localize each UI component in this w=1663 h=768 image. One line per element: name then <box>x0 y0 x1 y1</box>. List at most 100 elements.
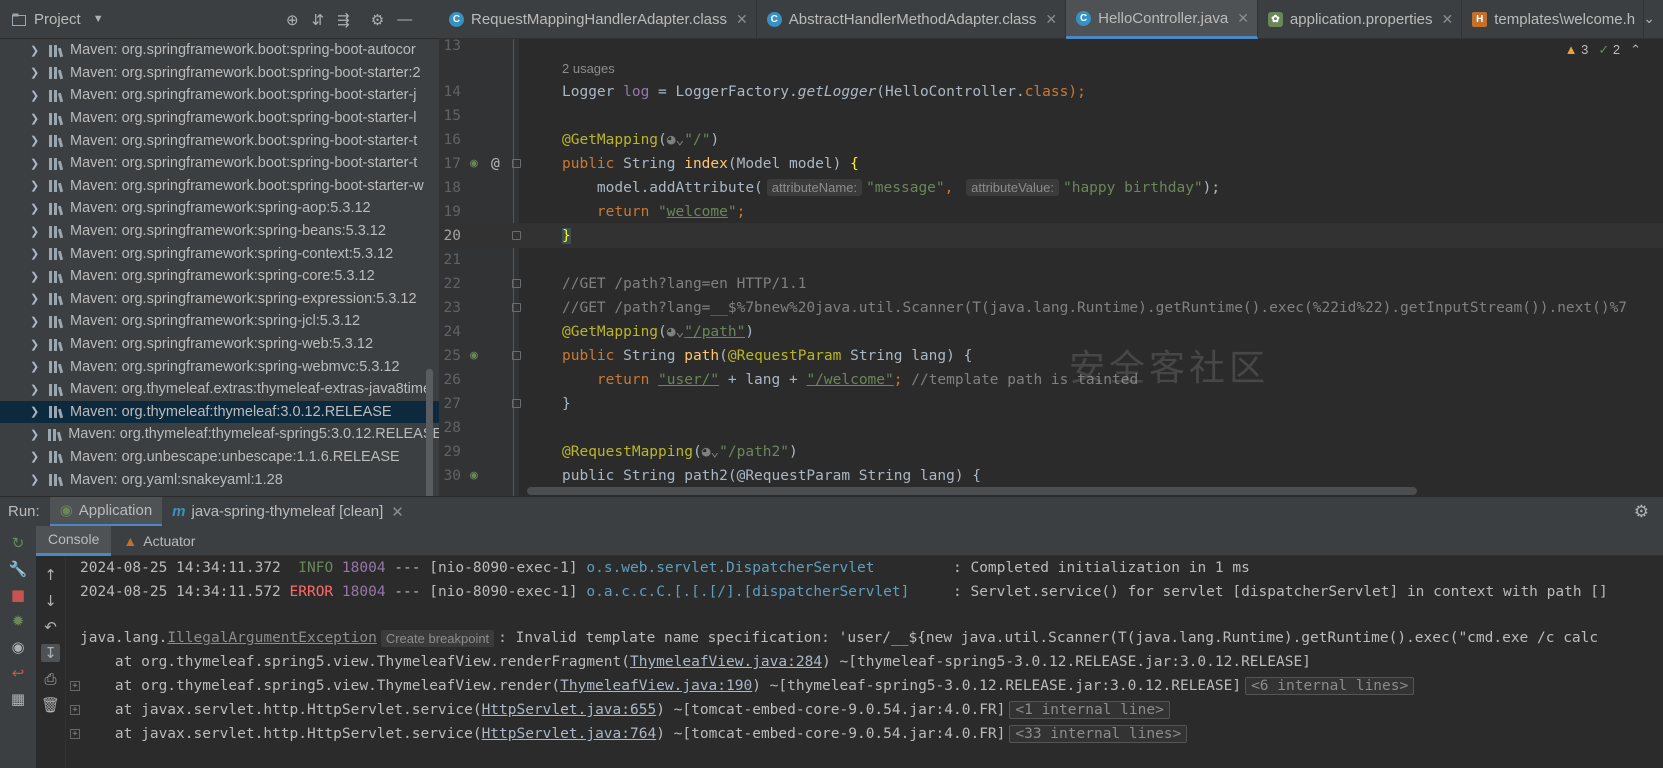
run-tab-application[interactable]: ◉ Application <box>49 496 163 527</box>
close-icon[interactable]: ✕ <box>1237 10 1249 27</box>
rerun-icon[interactable]: ↻ <box>12 534 25 552</box>
editor-tab[interactable]: C AbstractHandlerMethodAdapter.class ✕ <box>757 0 1067 39</box>
tree-item-dependency[interactable]: ❯ Maven: org.springframework:spring-core:… <box>0 265 439 288</box>
fold-icon[interactable] <box>512 231 521 240</box>
tab-console[interactable]: Console <box>36 525 112 556</box>
hide-panel-icon[interactable]: — <box>397 11 412 28</box>
chevron-right-icon[interactable]: ❯ <box>30 315 40 328</box>
tree-item-dependency[interactable]: ❯ Maven: org.thymeleaf.extras:thymeleaf-e… <box>0 378 439 401</box>
editor-horizontal-scrollbar[interactable] <box>527 487 1417 495</box>
web-endpoint-icon[interactable]: ◕⌄ <box>667 132 684 148</box>
wrench-icon[interactable]: 🔧 <box>9 560 28 578</box>
chevron-right-icon[interactable]: ❯ <box>30 473 40 486</box>
gear-icon[interactable]: ⚙ <box>1634 502 1649 522</box>
stacktrace-link[interactable]: HttpServlet.java:655 <box>482 702 657 718</box>
tree-item-dependency[interactable]: ❯ Maven: org.springframework:spring-conte… <box>0 242 439 265</box>
layout-icon[interactable]: ▦ <box>11 690 25 708</box>
exit-icon[interactable]: ↩ <box>12 664 25 682</box>
close-icon[interactable]: ✕ <box>736 11 748 28</box>
tree-item-dependency[interactable]: ❯ Maven: org.yaml:snakeyaml:1.28 <box>0 468 439 491</box>
create-breakpoint-button[interactable]: Create breakpoint <box>380 629 495 647</box>
fold-icon[interactable] <box>512 279 521 288</box>
locate-file-icon[interactable]: ⊕ <box>286 11 299 29</box>
spring-bean-gutter-icon[interactable]: ◉ <box>470 156 478 171</box>
close-icon[interactable]: ✕ <box>1045 11 1057 28</box>
code-editor[interactable]: ▲ 3 ✓ 2 ⌃ 13 2 usages 14 Logger log = Lo… <box>439 39 1663 496</box>
chevron-right-icon[interactable]: ❯ <box>30 292 40 305</box>
tree-item-dependency[interactable]: ❯ Maven: org.springframework:spring-web:5… <box>0 333 439 356</box>
chevron-right-icon[interactable]: ❯ <box>30 270 40 283</box>
tab-list-dropdown-icon[interactable]: ⌄ <box>1643 10 1655 27</box>
soft-wrap-icon[interactable]: ↶ <box>44 618 57 636</box>
tree-item-dependency[interactable]: ❯ Maven: org.springframework:spring-aop:5… <box>0 197 439 220</box>
exception-link[interactable]: IllegalArgumentException <box>167 630 377 646</box>
editor-tab[interactable]: ✿ application.properties ✕ <box>1258 0 1463 39</box>
chevron-right-icon[interactable]: ❯ <box>30 225 40 238</box>
arrow-up-icon[interactable]: ↑ <box>44 566 57 584</box>
tree-item-dependency[interactable]: ❯ Maven: org.thymeleaf:thymeleaf-spring5:… <box>0 423 439 446</box>
stacktrace-link[interactable]: ThymeleafView.java:190 <box>560 678 752 694</box>
tree-item-dependency[interactable]: ❯ Maven: org.springframework.boot:spring-… <box>0 152 439 175</box>
fold-icon[interactable] <box>512 351 521 360</box>
collapse-all-icon[interactable]: ⇶ <box>337 11 350 29</box>
print-icon[interactable]: ⎙ <box>44 670 56 688</box>
fold-icon[interactable] <box>512 159 521 168</box>
tree-item-dependency[interactable]: ❯ Maven: org.unbescape:unbescape:1.1.6.RE… <box>0 446 439 469</box>
web-endpoint-icon[interactable]: ◕⌄ <box>667 324 684 340</box>
expand-icon[interactable]: + <box>70 681 80 691</box>
tree-item-dependency[interactable]: ❯ Maven: org.springframework:spring-expre… <box>0 288 439 311</box>
chevron-right-icon[interactable]: ❯ <box>30 157 40 170</box>
project-panel-title[interactable]: Project <box>34 11 81 28</box>
trash-icon[interactable]: 🗑 <box>41 696 60 714</box>
close-icon[interactable]: ✕ <box>1442 11 1454 28</box>
chevron-right-icon[interactable]: ❯ <box>30 247 40 260</box>
expand-all-icon[interactable]: ⇵ <box>312 11 325 29</box>
run-tab-maven-clean[interactable]: m java-spring-thymeleaf [clean] ✕ <box>162 497 414 527</box>
at-annotation-gutter-icon[interactable]: @ <box>491 156 500 172</box>
chevron-right-icon[interactable]: ❯ <box>30 89 40 102</box>
fold-icon[interactable] <box>512 303 521 312</box>
internal-lines-fold[interactable]: <33 internal lines> <box>1009 725 1188 743</box>
tree-item-dependency[interactable]: ❯ Maven: org.springframework:spring-jcl:5… <box>0 310 439 333</box>
chevron-right-icon[interactable]: ❯ <box>30 44 40 57</box>
editor-tab[interactable]: C RequestMappingHandlerAdapter.class ✕ <box>439 0 757 39</box>
stacktrace-link[interactable]: ThymeleafView.java:284 <box>630 654 822 670</box>
arrow-down-icon[interactable]: ↓ <box>44 592 57 610</box>
spring-bean-gutter-icon[interactable]: ◉ <box>470 468 478 483</box>
gear-icon[interactable]: ⚙ <box>371 11 384 29</box>
expand-icon[interactable]: + <box>70 705 80 715</box>
chevron-right-icon[interactable]: ❯ <box>30 338 40 351</box>
tree-vertical-scrollbar[interactable] <box>426 369 433 496</box>
scroll-to-end-icon[interactable]: ↧ <box>41 644 60 662</box>
camera-icon[interactable]: ◉ <box>11 638 24 656</box>
stop-icon[interactable]: ■ <box>11 586 25 604</box>
tree-item-dependency[interactable]: ❯ Maven: org.springframework.boot:spring-… <box>0 84 439 107</box>
chevron-down-icon[interactable]: ▼ <box>93 13 104 25</box>
tree-item-dependency[interactable]: ❯ Maven: org.springframework:spring-webmv… <box>0 355 439 378</box>
stacktrace-link[interactable]: HttpServlet.java:764 <box>482 726 657 742</box>
console-output[interactable]: 2024-08-25 14:34:11.372 INFO 18004 --- [… <box>66 556 1663 768</box>
tree-item-dependency[interactable]: ❯ Maven: org.springframework.boot:spring-… <box>0 175 439 198</box>
expand-icon[interactable]: + <box>70 729 80 739</box>
tree-item-dependency[interactable]: ❯ Maven: org.springframework.boot:spring-… <box>0 39 439 62</box>
tree-item-dependency[interactable]: ❯ Maven: org.springframework:spring-beans… <box>0 220 439 243</box>
internal-lines-fold[interactable]: <1 internal line> <box>1009 701 1170 719</box>
fold-icon[interactable] <box>512 399 521 408</box>
chevron-right-icon[interactable]: ❯ <box>30 202 40 215</box>
tree-item-dependency[interactable]: ❯ Maven: org.springframework.boot:spring-… <box>0 129 439 152</box>
chevron-right-icon[interactable]: ❯ <box>30 405 40 418</box>
chevron-right-icon[interactable]: ❯ <box>30 179 40 192</box>
chevron-right-icon[interactable]: ❯ <box>30 428 39 441</box>
tab-actuator[interactable]: ▲ Actuator <box>111 526 207 556</box>
web-endpoint-icon[interactable]: ◕⌄ <box>702 444 719 460</box>
chevron-right-icon[interactable]: ❯ <box>30 360 40 373</box>
debug-icon[interactable]: ✹ <box>12 612 25 630</box>
tree-item-dependency[interactable]: ❯ Maven: org.thymeleaf:thymeleaf:3.0.12.R… <box>0 400 439 424</box>
tree-item-dependency[interactable]: ❯ Maven: org.springframework.boot:spring-… <box>0 62 439 85</box>
usages-hint[interactable]: 2 usages <box>562 61 615 76</box>
chevron-right-icon[interactable]: ❯ <box>30 66 40 79</box>
chevron-right-icon[interactable]: ❯ <box>30 450 40 463</box>
tree-item-dependency[interactable]: ❯ Maven: org.springframework.boot:spring-… <box>0 107 439 130</box>
spring-bean-gutter-icon[interactable]: ◉ <box>470 348 478 363</box>
chevron-right-icon[interactable]: ❯ <box>30 383 40 396</box>
